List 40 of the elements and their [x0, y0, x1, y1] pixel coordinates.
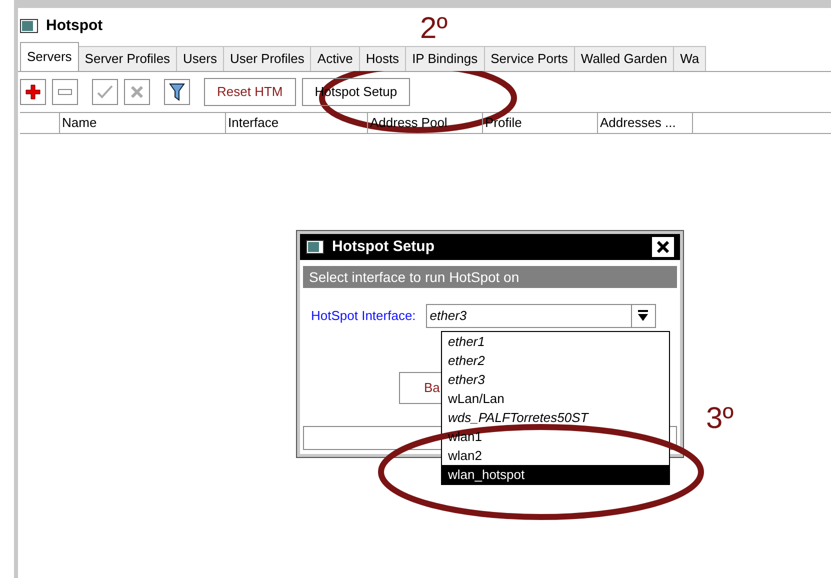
field-label: HotSpot Interface:	[311, 307, 416, 326]
tab[interactable]: Hosts	[360, 46, 406, 71]
tab[interactable]: Users	[177, 46, 224, 71]
annotation-label: 2º	[420, 14, 448, 44]
column-header[interactable]: Interface	[226, 113, 368, 133]
check-icon	[97, 85, 113, 99]
minus-icon	[58, 89, 72, 95]
add-button[interactable]	[20, 79, 46, 105]
window-icon	[20, 19, 38, 33]
tab[interactable]: IP Bindings	[406, 46, 485, 71]
tab[interactable]: User Profiles	[224, 46, 312, 71]
dropdown-option[interactable]: wLan/Lan	[442, 389, 669, 408]
tab[interactable]: Servers	[20, 42, 79, 71]
window-title: Hotspot	[46, 16, 103, 36]
interface-dropdown[interactable]: ether3	[426, 304, 656, 328]
tab[interactable]: Active	[311, 46, 360, 71]
filter-button[interactable]	[164, 79, 190, 105]
dropdown-option[interactable]: wlan2	[442, 446, 669, 465]
column-header[interactable]: Name	[60, 113, 226, 133]
column-header[interactable]: Address Pool	[368, 113, 483, 133]
disable-button[interactable]	[124, 79, 150, 105]
tab[interactable]: Walled Garden	[574, 46, 674, 71]
tab[interactable]: Wa	[674, 46, 706, 71]
enable-button[interactable]	[92, 79, 118, 105]
annotation-label: 3º	[706, 404, 734, 434]
dialog-title: Hotspot Setup	[332, 236, 436, 257]
filter-icon	[169, 83, 185, 101]
column-header[interactable]: Profile	[483, 113, 598, 133]
dropdown-option[interactable]: wlan_hotspot	[442, 465, 669, 484]
tab[interactable]: Server Profiles	[78, 46, 178, 71]
close-button[interactable]	[652, 237, 674, 257]
reset-html-button[interactable]: Reset HTM	[204, 78, 296, 106]
plus-icon	[25, 84, 41, 100]
close-icon	[657, 241, 669, 253]
cross-icon	[130, 85, 144, 99]
column-header[interactable]: Addresses ...	[598, 113, 693, 133]
window-icon	[306, 240, 324, 254]
tab[interactable]: Service Ports	[484, 46, 575, 71]
instruction-banner: Select interface to run HotSpot on	[303, 266, 677, 288]
remove-button[interactable]	[52, 79, 78, 105]
